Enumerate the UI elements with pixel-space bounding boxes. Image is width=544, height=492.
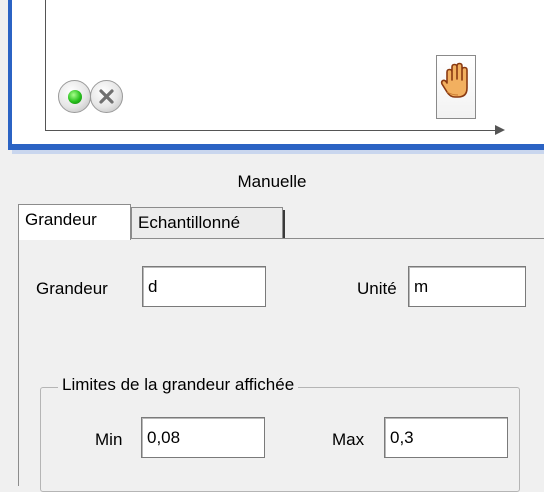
graph-panel: [8, 0, 544, 154]
grandeur-input[interactable]: [142, 266, 266, 307]
x-axis-arrow-icon: [495, 125, 505, 135]
cancel-button[interactable]: [90, 80, 123, 113]
tab-grandeur[interactable]: Grandeur: [18, 204, 131, 240]
hand-icon: [440, 62, 468, 98]
y-axis: [45, 0, 46, 131]
tab-grandeur-label: Grandeur: [25, 210, 97, 229]
mode-label: Manuelle: [237, 172, 307, 191]
limits-groupbox-title: Limites de la grandeur affichée: [58, 375, 299, 395]
max-input[interactable]: [384, 417, 508, 458]
grandeur-label: Grandeur: [36, 279, 108, 298]
acquisition-window: Manuelle Grandeur Echantillonné Grandeur…: [0, 0, 544, 492]
unite-input[interactable]: [408, 266, 526, 307]
tab-echantillonne[interactable]: Echantillonné: [131, 207, 285, 238]
min-input[interactable]: [141, 417, 265, 458]
cancel-x-icon: [99, 89, 114, 104]
min-label: Min: [95, 430, 123, 449]
max-label: Max: [332, 430, 365, 449]
unite-label: Unité: [357, 279, 397, 298]
green-dot-icon: [68, 90, 82, 104]
manual-mode-button[interactable]: [436, 55, 476, 119]
start-button[interactable]: [58, 80, 91, 113]
tab-echantillonne-label: Echantillonné: [138, 213, 241, 232]
x-axis: [45, 130, 497, 131]
